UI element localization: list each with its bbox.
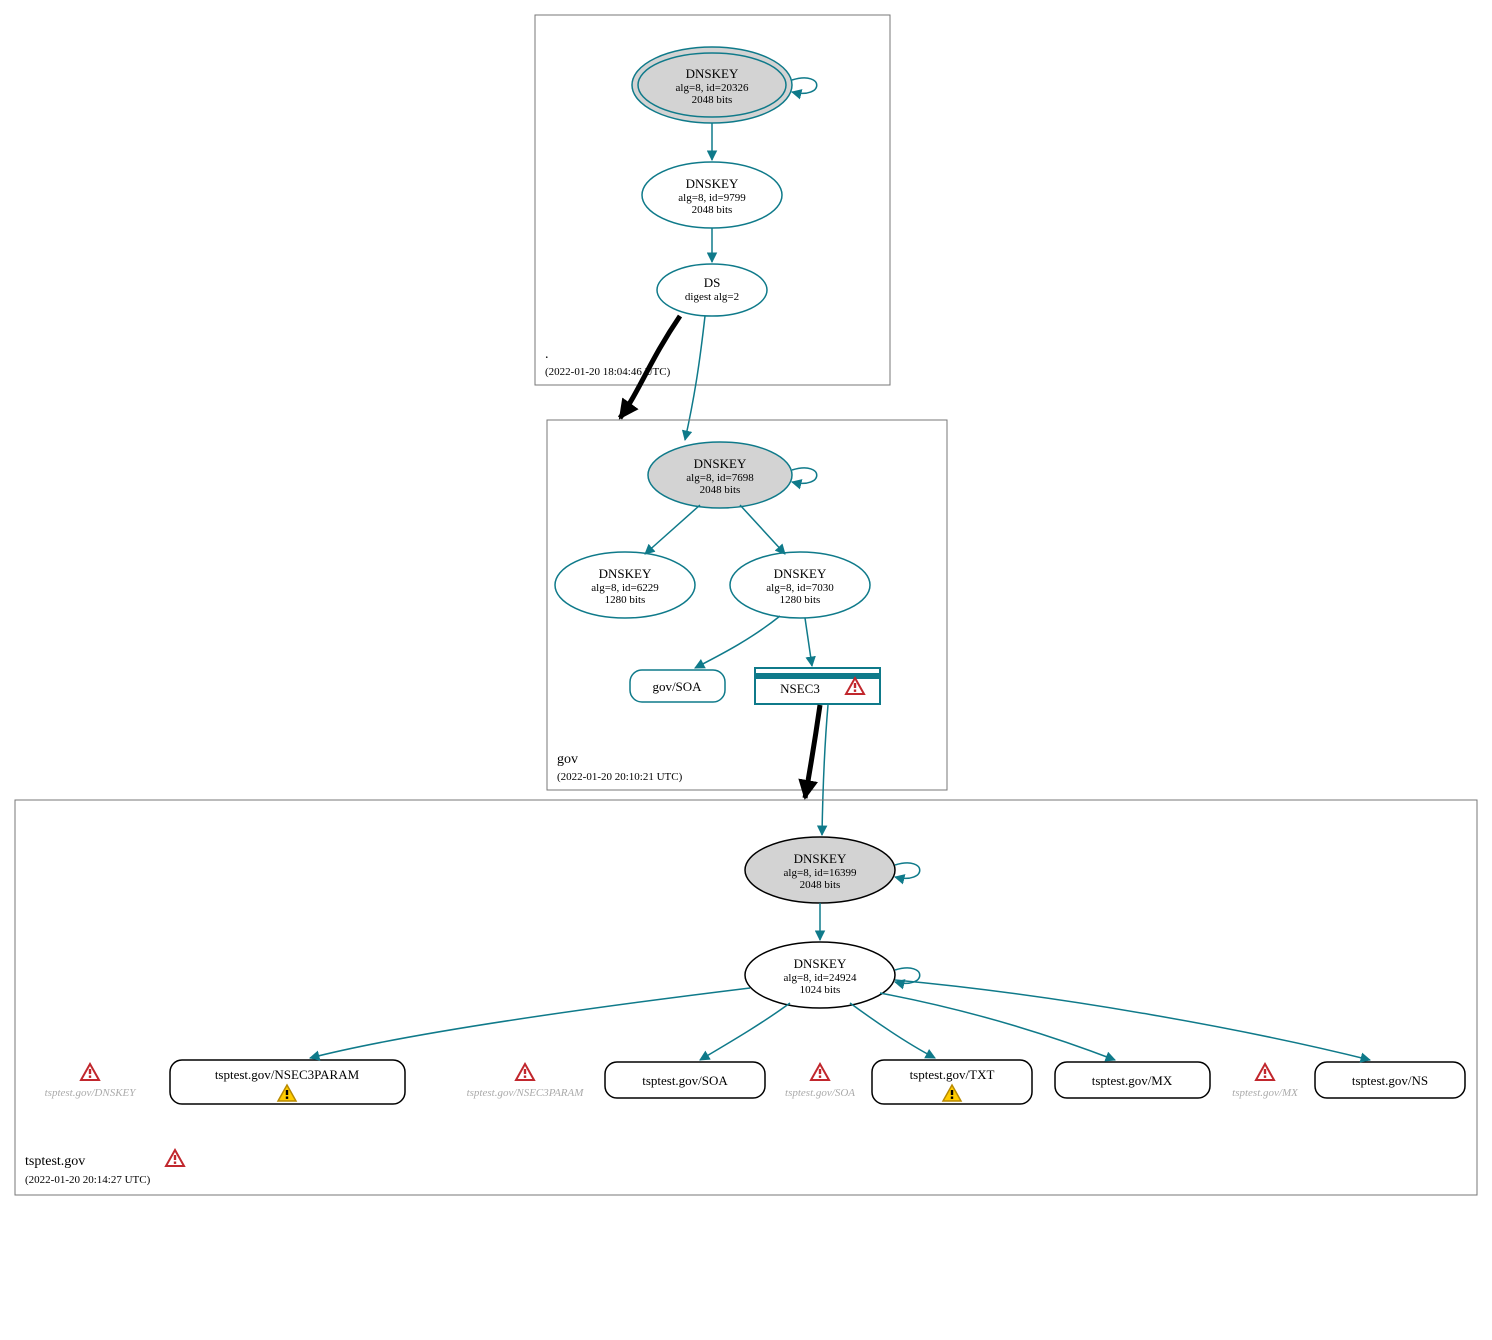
edge-gov-self [792,468,817,483]
edge-root-self [792,78,817,93]
node-tsp-ns[interactable]: tsptest.gov/NS [1315,1062,1465,1098]
edge-govzskb-nsec3 [805,618,812,666]
svg-text:DNSKEY: DNSKEY [694,456,747,471]
svg-text:DNSKEY: DNSKEY [794,956,847,971]
ghost-dnskey: tsptest.gov/DNSKEY [45,1087,138,1099]
warning-icon [516,1064,534,1080]
edge-gov-tsp-deleg [805,705,820,798]
node-tsp-zsk[interactable]: DNSKEY alg=8, id=24924 1024 bits [745,942,895,1008]
node-gov-ksk[interactable]: DNSKEY alg=8, id=7698 2048 bits [648,442,792,508]
edge-zsk-nsec3p [310,988,750,1058]
svg-text:tsptest.gov/NS: tsptest.gov/NS [1352,1073,1428,1088]
svg-text:2048 bits: 2048 bits [692,204,733,216]
svg-text:1024 bits: 1024 bits [800,984,841,996]
node-gov-nsec3[interactable]: NSEC3 [755,668,880,704]
svg-text:2048 bits: 2048 bits [700,484,741,496]
zone-gov-ts: (2022-01-20 20:10:21 UTC) [557,771,683,783]
edge-govzskb-soa [695,616,780,668]
svg-text:alg=8, id=9799: alg=8, id=9799 [678,192,746,204]
node-tsp-ksk[interactable]: DNSKEY alg=8, id=16399 2048 bits [745,837,895,903]
node-tsp-mx[interactable]: tsptest.gov/MX [1055,1062,1210,1098]
zone-root-name: . [545,347,549,362]
warning-icon [166,1150,184,1166]
svg-text:1280 bits: 1280 bits [605,594,646,606]
svg-text:DNSKEY: DNSKEY [686,66,739,81]
node-tsp-soa[interactable]: tsptest.gov/SOA [605,1062,765,1098]
node-gov-zsk-b[interactable]: DNSKEY alg=8, id=7030 1280 bits [730,552,870,618]
svg-text:alg=8, id=7698: alg=8, id=7698 [686,472,754,484]
zone-tsp-ts: (2022-01-20 20:14:27 UTC) [25,1174,151,1186]
svg-text:DNSKEY: DNSKEY [774,566,827,581]
svg-text:tsptest.gov/NSEC3PARAM: tsptest.gov/NSEC3PARAM [215,1067,360,1082]
edge-nsec3-tspksk [822,705,828,835]
svg-text:tsptest.gov/MX: tsptest.gov/MX [1092,1073,1173,1088]
node-root-zsk[interactable]: DNSKEY alg=8, id=9799 2048 bits [642,162,782,228]
edge-govksk-zska [645,505,700,554]
svg-text:DNSKEY: DNSKEY [794,851,847,866]
node-root-ds[interactable]: DS digest alg=2 [657,264,767,316]
node-gov-soa[interactable]: gov/SOA [630,670,725,702]
warning-icon [81,1064,99,1080]
node-root-ksk[interactable]: DNSKEY alg=8, id=20326 2048 bits [632,47,792,123]
svg-text:1280 bits: 1280 bits [780,594,821,606]
dnssec-diagram: . (2022-01-20 18:04:46 UTC) DNSKEY alg=8… [0,0,1492,1340]
svg-text:DS: DS [704,275,721,290]
svg-text:2048 bits: 2048 bits [692,94,733,106]
edge-zsk-txt [850,1003,935,1058]
warning-icon [811,1064,829,1080]
svg-text:alg=8, id=7030: alg=8, id=7030 [766,582,834,594]
svg-text:DNSKEY: DNSKEY [599,566,652,581]
node-gov-zsk-a[interactable]: DNSKEY alg=8, id=6229 1280 bits [555,552,695,618]
ghost-soa: tsptest.gov/SOA [785,1087,855,1099]
ghost-nsec3param: tsptest.gov/NSEC3PARAM [467,1087,585,1099]
edge-zsk-ns [895,980,1370,1060]
edge-govksk-zskb [740,505,785,554]
node-tsp-nsec3param[interactable]: tsptest.gov/NSEC3PARAM [170,1060,405,1104]
edge-ds-govksk [685,316,705,440]
svg-text:DNSKEY: DNSKEY [686,176,739,191]
zone-tsp-box [15,800,1477,1195]
svg-text:alg=8, id=20326: alg=8, id=20326 [676,82,749,94]
svg-text:NSEC3: NSEC3 [780,681,820,696]
svg-text:alg=8, id=16399: alg=8, id=16399 [784,867,857,879]
edge-tsp-ksk-self [895,863,920,878]
svg-text:2048 bits: 2048 bits [800,879,841,891]
svg-text:tsptest.gov/SOA: tsptest.gov/SOA [642,1073,728,1088]
svg-text:alg=8, id=24924: alg=8, id=24924 [784,972,857,984]
zone-tsp-name: tsptest.gov [25,1154,85,1169]
zone-gov-name: gov [557,752,578,767]
warning-icon [1256,1064,1274,1080]
edge-zsk-soa [700,1003,790,1060]
svg-text:alg=8, id=6229: alg=8, id=6229 [591,582,659,594]
svg-text:gov/SOA: gov/SOA [652,679,702,694]
node-tsp-txt[interactable]: tsptest.gov/TXT [872,1060,1032,1104]
svg-text:tsptest.gov/TXT: tsptest.gov/TXT [910,1067,995,1082]
svg-text:digest alg=2: digest alg=2 [685,291,739,303]
ghost-mx: tsptest.gov/MX [1232,1087,1299,1099]
